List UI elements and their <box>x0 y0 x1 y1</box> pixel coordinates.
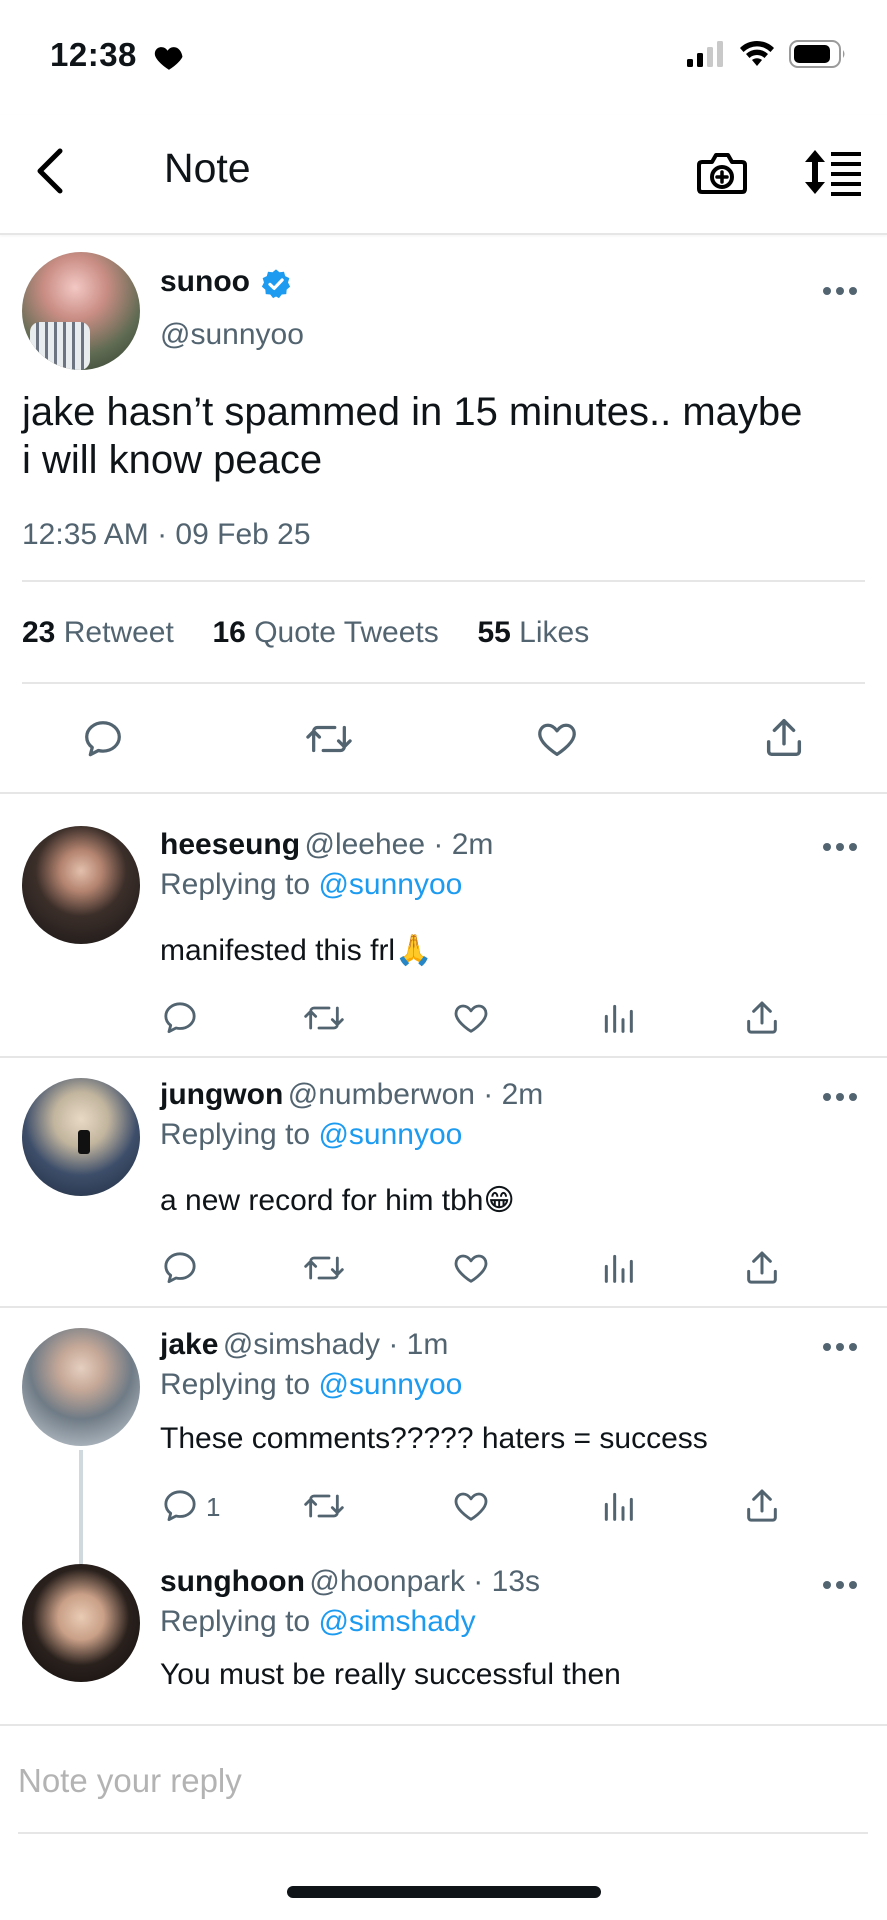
more-options-icon[interactable] <box>822 286 858 296</box>
share-icon[interactable] <box>742 1248 782 1288</box>
retweet-count[interactable]: 23 <box>22 616 55 649</box>
divider <box>22 682 865 684</box>
retweet-icon[interactable] <box>302 1486 346 1526</box>
retweet-icon[interactable] <box>302 1248 346 1288</box>
camera-add-icon[interactable] <box>696 148 748 196</box>
avatar-jake[interactable] <box>22 1328 140 1446</box>
heart-status-icon <box>154 47 183 70</box>
status-time: 12:38 <box>50 36 137 73</box>
composer-underline <box>18 1832 868 1834</box>
signal-icon <box>687 41 723 67</box>
divider <box>22 580 865 582</box>
reply-author-name[interactable]: sunghoon <box>160 1565 305 1598</box>
reply-header: jake @simshady · 1m <box>160 1328 448 1362</box>
reply-icon[interactable] <box>160 1248 200 1288</box>
author-name[interactable]: sunoo <box>160 265 250 299</box>
tweet-timestamp: 12:35 AM · 09 Feb 25 <box>22 518 311 551</box>
nav-bar <box>0 115 887 235</box>
replying-to-link[interactable]: @sunnyoo <box>318 1118 462 1151</box>
status-indicators <box>687 40 847 68</box>
share-icon[interactable] <box>742 998 782 1038</box>
divider <box>0 792 887 794</box>
like-icon[interactable] <box>451 998 491 1038</box>
replying-to: Replying to @simshady <box>160 1605 476 1639</box>
reply-author-name[interactable]: jake <box>160 1328 218 1361</box>
reply-text: a new record for him tbh😁 <box>160 1184 515 1217</box>
divider <box>0 1056 887 1058</box>
more-options-icon[interactable] <box>822 842 858 852</box>
replying-to: Replying to @sunnyoo <box>160 1368 462 1402</box>
reply-header: jungwon @numberwon · 2m <box>160 1078 543 1112</box>
home-indicator[interactable] <box>287 1886 601 1898</box>
back-chevron-icon[interactable] <box>30 145 70 197</box>
retweet-icon[interactable] <box>302 998 346 1038</box>
replying-prefix: Replying to <box>160 1368 319 1401</box>
more-options-icon[interactable] <box>822 1342 858 1352</box>
avatar-heeseung[interactable] <box>22 826 140 944</box>
replying-prefix: Replying to <box>160 1605 319 1638</box>
replying-to: Replying to @sunnyoo <box>160 1118 462 1152</box>
more-options-icon[interactable] <box>822 1580 858 1590</box>
tweet-stats: 23 Retweet 16 Quote Tweets 55 Likes <box>22 616 589 650</box>
avatar-sunghoon[interactable] <box>22 1564 140 1682</box>
divider <box>0 1724 887 1726</box>
reply-icon[interactable] <box>80 716 126 762</box>
page-title: Note <box>164 145 251 191</box>
likes-count[interactable]: 55 <box>477 616 510 649</box>
share-icon[interactable] <box>761 714 807 762</box>
reply-count: 1 <box>206 1492 221 1522</box>
like-icon[interactable] <box>451 1248 491 1288</box>
wifi-icon <box>740 40 774 66</box>
like-icon[interactable] <box>534 716 580 762</box>
analytics-icon[interactable] <box>598 1248 638 1288</box>
more-options-icon[interactable] <box>822 1092 858 1102</box>
replying-to: Replying to @sunnyoo <box>160 868 462 902</box>
analytics-icon[interactable] <box>598 1486 638 1526</box>
reply-text: manifested this frl🙏 <box>160 934 433 967</box>
replying-prefix: Replying to <box>160 1118 319 1151</box>
reply-author-meta[interactable]: @leehee · 2m <box>305 828 494 861</box>
reply-icon[interactable] <box>160 1486 200 1526</box>
reply-icon[interactable] <box>160 998 200 1038</box>
sort-icon[interactable] <box>803 148 863 196</box>
battery-icon <box>789 40 845 68</box>
thread-line <box>79 1450 83 1564</box>
like-icon[interactable] <box>451 1486 491 1526</box>
reply-author-name[interactable]: jungwon <box>160 1078 283 1111</box>
retweet-label[interactable]: Retweet <box>64 616 174 649</box>
avatar-jungwon[interactable] <box>22 1078 140 1196</box>
reply-author-name[interactable]: heeseung <box>160 828 300 861</box>
divider <box>0 1306 887 1308</box>
reply-header: heeseung @leehee · 2m <box>160 828 493 862</box>
reply-author-meta[interactable]: @hoonpark · 13s <box>309 1565 540 1598</box>
retweet-icon[interactable] <box>304 716 354 762</box>
replying-to-link[interactable]: @sunnyoo <box>318 1368 462 1401</box>
reply-header: sunghoon @hoonpark · 13s <box>160 1565 540 1599</box>
verified-badge-icon <box>261 269 291 299</box>
quote-label[interactable]: Quote Tweets <box>254 616 439 649</box>
quote-count[interactable]: 16 <box>212 616 245 649</box>
likes-label[interactable]: Likes <box>519 616 589 649</box>
share-icon[interactable] <box>742 1486 782 1526</box>
replying-to-link[interactable]: @simshady <box>318 1605 475 1638</box>
avatar-sunoo[interactable] <box>22 252 140 370</box>
reply-text: These comments????? haters = success <box>160 1422 708 1455</box>
reply-author-meta[interactable]: @simshady · 1m <box>223 1328 449 1361</box>
tweet-text-line-2: i will know peace <box>22 438 323 482</box>
analytics-icon[interactable] <box>598 998 638 1038</box>
replying-to-link[interactable]: @sunnyoo <box>318 868 462 901</box>
tweet-text-line-1: jake hasn’t spammed in 15 minutes.. mayb… <box>22 390 803 434</box>
reply-author-meta[interactable]: @numberwon · 2m <box>288 1078 544 1111</box>
replying-prefix: Replying to <box>160 868 319 901</box>
reply-input[interactable] <box>18 1752 858 1810</box>
reply-text: You must be really successful then <box>160 1658 621 1691</box>
author-handle[interactable]: @sunnyoo <box>160 318 304 352</box>
